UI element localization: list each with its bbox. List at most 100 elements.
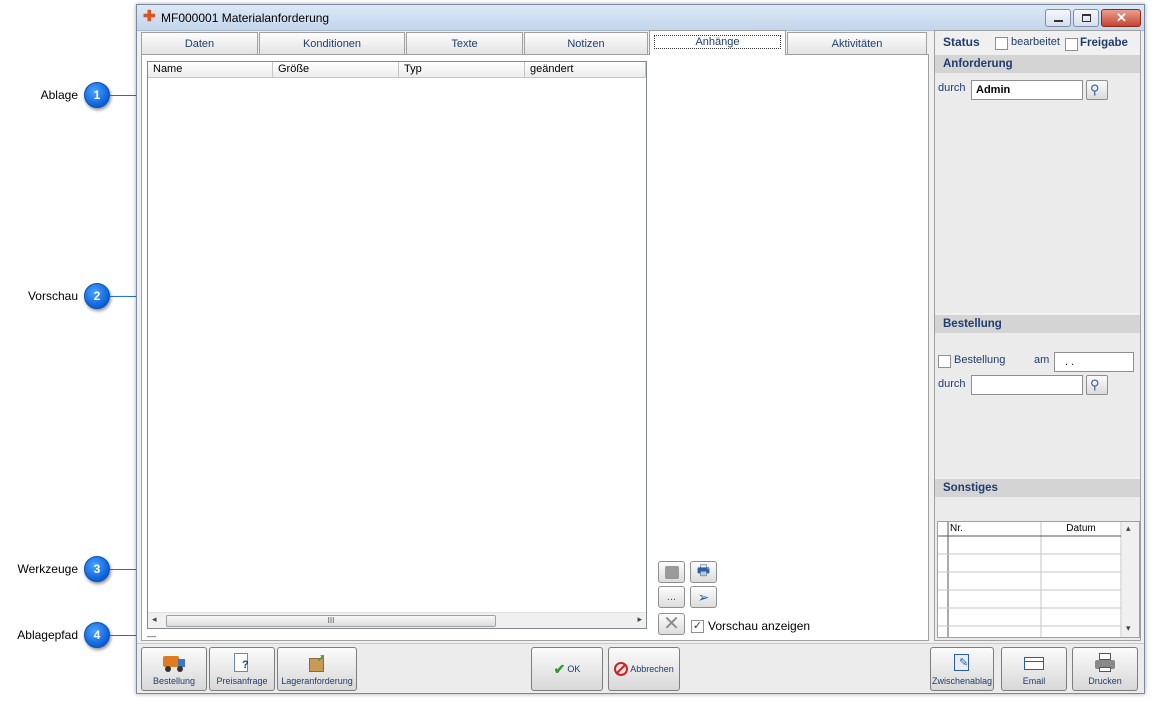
checkmark-icon: ✔ bbox=[553, 660, 566, 677]
bearbeitet-checkbox[interactable] bbox=[995, 37, 1008, 50]
tab-anhaenge[interactable]: Anhänge bbox=[649, 30, 786, 55]
delete-button[interactable]: ✕ bbox=[658, 613, 685, 635]
anforderung-heading: Anforderung bbox=[935, 55, 1140, 73]
minimize-button[interactable] bbox=[1045, 9, 1071, 27]
callout-line-1 bbox=[110, 95, 138, 96]
printer-icon bbox=[1093, 653, 1117, 673]
restore-button[interactable] bbox=[1073, 9, 1099, 27]
folder-button[interactable] bbox=[658, 561, 685, 583]
material-request-window: ✚ MF000001 Materialanforderung ✕ Daten K… bbox=[136, 4, 1145, 694]
column-header-typ[interactable]: Typ bbox=[399, 62, 525, 78]
zwischenablage-button[interactable]: ✎ Zwischenablag bbox=[930, 647, 994, 691]
scan-button[interactable]: 🖶 bbox=[690, 561, 717, 583]
abbrechen-button-label: Abbrechen bbox=[630, 664, 674, 674]
import-icon: ➢ bbox=[697, 588, 710, 605]
bestellung-heading: Bestellung bbox=[935, 315, 1140, 333]
preisanfrage-button-label: Preisanfrage bbox=[216, 676, 268, 686]
status-title: Status bbox=[943, 35, 980, 49]
anforderung-section: durch Admin ⚲ bbox=[935, 73, 1140, 313]
anforderung-durch-label: durch bbox=[938, 82, 966, 94]
anforderung-durch-field[interactable]: Admin bbox=[971, 80, 1083, 100]
delete-icon: ✕ bbox=[663, 613, 680, 635]
lageranforderung-button-label: Lageranforderung bbox=[281, 676, 353, 686]
column-header-groesse[interactable]: Größe bbox=[273, 62, 399, 78]
scroll-up-icon[interactable]: ▴ bbox=[1126, 523, 1131, 534]
attachments-list[interactable]: Name Größe Typ geändert ◂ III ▸ bbox=[147, 61, 647, 629]
ok-button-label: OK bbox=[567, 664, 581, 674]
tab-anhaenge-label: Anhänge bbox=[654, 35, 781, 49]
restore-icon bbox=[1082, 14, 1091, 22]
callout-badge-1: 1 bbox=[84, 82, 110, 108]
drucken-button-label: Drucken bbox=[1088, 676, 1122, 686]
status-panel: Status bearbeitet Freigabe Anforderung d… bbox=[934, 30, 1141, 641]
freigabe-label: Freigabe bbox=[1080, 37, 1128, 49]
attachment-path: — bbox=[147, 631, 156, 641]
preview-checkbox-label: Vorschau anzeigen bbox=[708, 619, 811, 633]
column-header-datum[interactable]: Datum bbox=[1042, 523, 1120, 534]
box-icon: ➚ bbox=[305, 653, 329, 673]
callout-label-vorschau: Vorschau bbox=[27, 289, 78, 303]
preisanfrage-button[interactable]: ? Preisanfrage bbox=[209, 647, 275, 691]
bestellung-checkbox-label: Bestellung bbox=[954, 354, 1006, 366]
close-icon: ✕ bbox=[1116, 10, 1127, 25]
callout-label-werkzeuge: Werkzeuge bbox=[17, 562, 78, 576]
sonstiges-grid bbox=[938, 522, 1139, 637]
window-title: MF000001 Materialanforderung bbox=[161, 11, 330, 25]
truck-icon bbox=[162, 653, 186, 673]
abbrechen-button[interactable]: Abbrechen bbox=[608, 647, 680, 691]
title-bar[interactable]: ✚ MF000001 Materialanforderung ✕ bbox=[137, 5, 1144, 31]
bestellung-durch-label: durch bbox=[938, 378, 966, 390]
minimize-icon bbox=[1054, 20, 1063, 22]
bestellung-am-label: am bbox=[1034, 354, 1050, 366]
clipboard-icon: ✎ bbox=[950, 653, 974, 673]
bottom-toolbar: Bestellung ? Preisanfrage ➚ Lageranforde… bbox=[137, 643, 1144, 693]
attachments-panel: Name Größe Typ geändert ◂ III ▸ — 🖶 ... … bbox=[141, 54, 929, 641]
drucken-button[interactable]: Drucken bbox=[1072, 647, 1138, 691]
tab-daten[interactable]: Daten bbox=[141, 32, 258, 54]
column-header-name[interactable]: Name bbox=[148, 62, 273, 78]
bestellung-durch-field[interactable] bbox=[971, 375, 1083, 395]
bestellung-button-label: Bestellung bbox=[152, 676, 196, 686]
import-button[interactable]: ➢ bbox=[690, 586, 717, 608]
magnifier-icon: ⚲ bbox=[1090, 377, 1100, 392]
browse-button[interactable]: ... bbox=[658, 586, 685, 608]
magnifier-icon: ⚲ bbox=[1090, 82, 1100, 97]
email-icon bbox=[1022, 653, 1046, 673]
horizontal-scrollbar[interactable]: ◂ III ▸ bbox=[148, 612, 646, 628]
bestellung-section: Bestellung am . . durch ⚲ bbox=[935, 333, 1140, 477]
close-button[interactable]: ✕ bbox=[1101, 9, 1141, 27]
bestellung-lookup-button[interactable]: ⚲ bbox=[1086, 375, 1108, 395]
bearbeitet-label: bearbeitet bbox=[1011, 36, 1060, 48]
price-request-icon: ? bbox=[230, 653, 254, 673]
scroll-right-icon[interactable]: ▸ bbox=[637, 614, 642, 625]
callout-badge-4: 4 bbox=[84, 622, 110, 648]
bestellung-checkbox[interactable] bbox=[938, 355, 951, 368]
scroll-thumb[interactable]: III bbox=[166, 615, 496, 627]
tab-notizen[interactable]: Notizen bbox=[524, 32, 648, 54]
folder-icon bbox=[664, 565, 679, 579]
preview-checkbox[interactable]: ✓ bbox=[691, 620, 704, 633]
ok-button[interactable]: ✔ OK bbox=[531, 647, 603, 691]
callout-label-ablage: Ablage bbox=[40, 88, 78, 102]
lageranforderung-button[interactable]: ➚ Lageranforderung bbox=[277, 647, 357, 691]
sonstiges-heading: Sonstiges bbox=[935, 479, 1140, 497]
scroll-left-icon[interactable]: ◂ bbox=[152, 614, 157, 625]
freigabe-checkbox[interactable] bbox=[1065, 38, 1078, 51]
callout-label-ablagepfad: Ablagepfad bbox=[17, 628, 78, 642]
zwischenablage-button-label: Zwischenablag bbox=[931, 676, 993, 686]
sonstiges-table[interactable]: Nr. Datum ▴ ▾ bbox=[937, 521, 1140, 638]
tab-texte[interactable]: Texte bbox=[406, 32, 523, 54]
column-header-geaendert[interactable]: geändert bbox=[525, 62, 646, 78]
bestellung-button[interactable]: Bestellung bbox=[141, 647, 207, 691]
tab-konditionen[interactable]: Konditionen bbox=[259, 32, 405, 54]
list-header: Name Größe Typ geändert bbox=[148, 62, 646, 78]
scroll-down-icon[interactable]: ▾ bbox=[1126, 623, 1131, 634]
bestellung-date-field[interactable]: . . bbox=[1054, 352, 1134, 372]
column-header-nr[interactable]: Nr. bbox=[950, 523, 963, 534]
sonstiges-section: Nr. Datum ▴ ▾ bbox=[935, 497, 1140, 640]
anforderung-lookup-button[interactable]: ⚲ bbox=[1086, 80, 1108, 100]
tab-aktivitaeten[interactable]: Aktivitäten bbox=[787, 32, 927, 54]
email-button[interactable]: Email bbox=[1001, 647, 1067, 691]
callout-badge-3: 3 bbox=[84, 556, 110, 582]
cancel-icon bbox=[614, 662, 629, 676]
